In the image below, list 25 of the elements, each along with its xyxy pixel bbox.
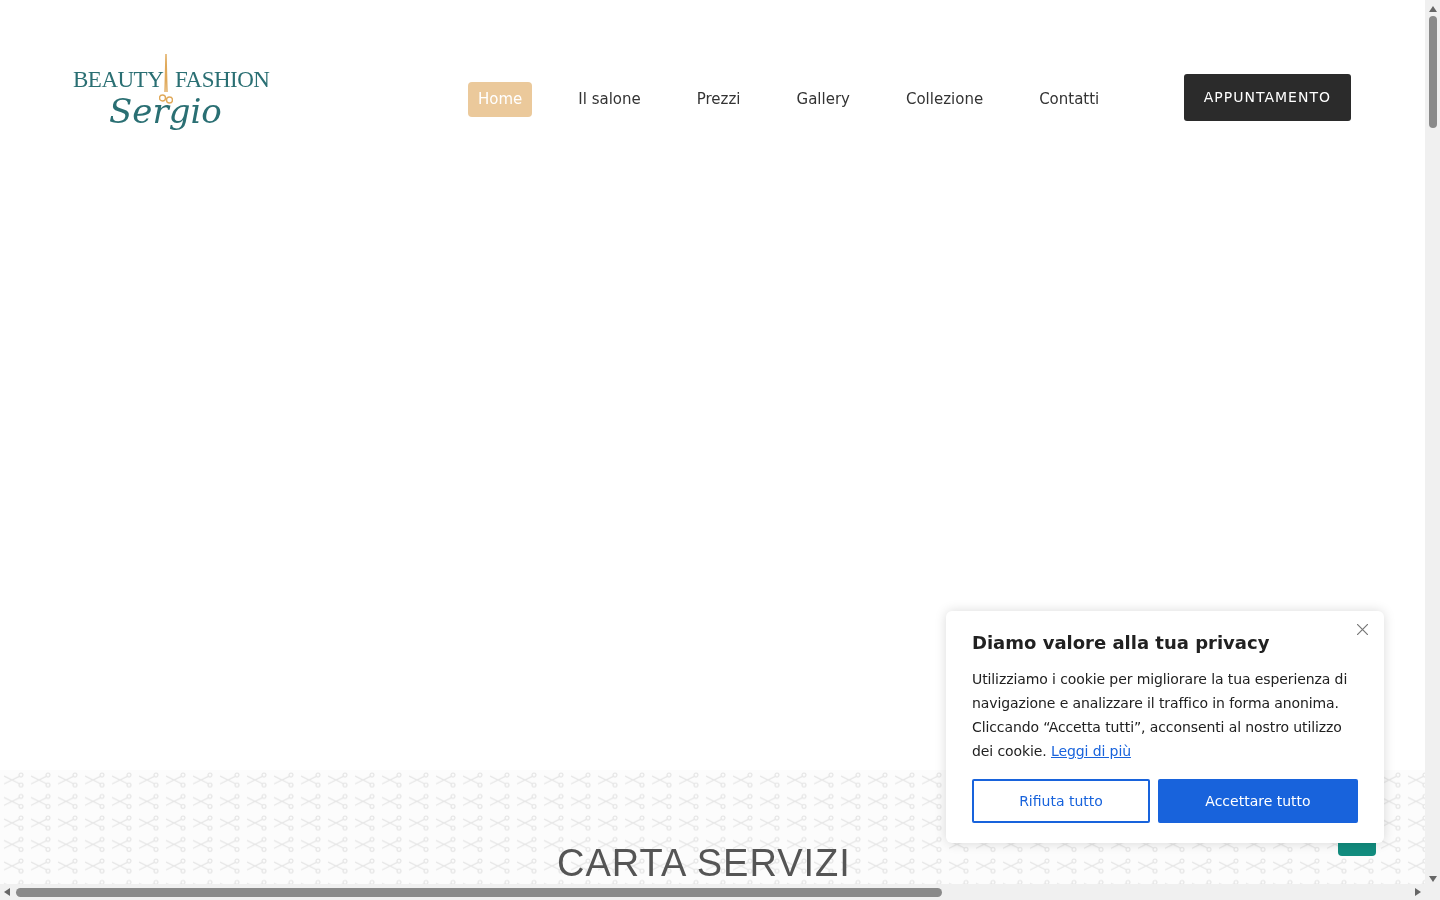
- down-arrow-icon: [1428, 876, 1437, 882]
- logo-text: BEAUTY: [73, 68, 164, 91]
- logo-script: Sergio: [109, 94, 222, 128]
- cookie-text: Utilizziamo i cookie per migliorare la tua esperienza di navigazione e analizzare il traffico in forma anonima. Cliccando “Accetta tutti”, acconsenti al nostro utilizzo dei cookie. Leggi di più: [972, 670, 1349, 761]
- section-heading: CARTA SERVIZI: [557, 844, 851, 882]
- nav-link[interactable]: Il salone: [568, 82, 651, 117]
- scrollbar-thumb[interactable]: [16, 887, 942, 897]
- vertical-scrollbar[interactable]: [1425, 0, 1440, 900]
- horizontal-scrollbar[interactable]: [0, 884, 1425, 900]
- read-more-link[interactable]: Leggi di più: [1051, 743, 1131, 759]
- accept-button[interactable]: Accettare tutto: [1158, 779, 1358, 823]
- close-button[interactable]: [1354, 621, 1370, 637]
- nav-link[interactable]: Gallery: [786, 82, 860, 117]
- left-arrow-icon: [4, 888, 10, 896]
- logo-text: FASHION: [175, 68, 270, 91]
- cookie-title: Diamo valore alla tua privacy: [972, 631, 1271, 655]
- appointment-button[interactable]: APPUNTAMENTO: [1183, 74, 1351, 121]
- reject-button[interactable]: Rifiuta tutto: [972, 779, 1150, 823]
- right-arrow-icon: [1415, 888, 1421, 896]
- up-arrow-icon: [1428, 6, 1437, 12]
- nav-link[interactable]: Collezione: [895, 82, 994, 117]
- nav-link[interactable]: Prezzi: [686, 82, 751, 117]
- nav-link[interactable]: Contatti: [1029, 82, 1110, 117]
- scrollbar-thumb[interactable]: [1428, 16, 1437, 128]
- close-icon: [1356, 623, 1368, 635]
